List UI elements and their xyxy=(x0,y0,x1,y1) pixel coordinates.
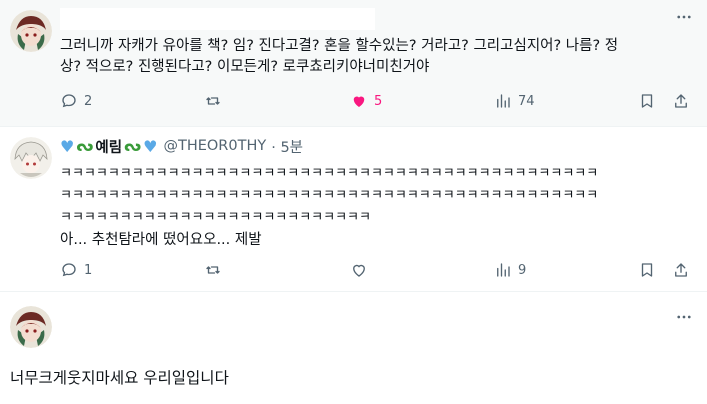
reply-button[interactable]: 2 xyxy=(60,89,92,113)
retweet-button[interactable] xyxy=(204,258,222,282)
bookmark-button[interactable] xyxy=(638,258,656,282)
like-button[interactable] xyxy=(350,258,368,282)
blue-heart-emoji: ♥ xyxy=(60,136,75,156)
views-count: 9 xyxy=(518,262,527,278)
bookmark-icon xyxy=(641,263,653,277)
tweet-highlighted[interactable]: 그러니까 자캐가 유아를 책? 임? 진다고결? 혼을 할수있는? 거라고? 그… xyxy=(0,0,707,127)
timestamp[interactable]: · 5분 xyxy=(271,136,303,157)
display-name[interactable]: 예림 xyxy=(95,136,122,157)
leaf-emoji: ᔓ xyxy=(76,137,94,155)
reply-button[interactable]: 1 xyxy=(60,258,92,282)
share-button[interactable] xyxy=(672,89,690,113)
like-button[interactable]: 5 xyxy=(350,89,382,113)
tweet-header: ♥ ᔓ 예림 ᔓ ♥ @THEOR0THY · 5분 xyxy=(60,135,303,157)
bookmark-icon xyxy=(641,94,653,108)
user-handle[interactable]: @THEOR0THY xyxy=(163,138,266,154)
reply-count: 1 xyxy=(84,262,93,278)
views-button[interactable]: 9 xyxy=(494,258,526,282)
action-bar: 2 5 74 xyxy=(60,89,692,113)
blue-heart-emoji: ♥ xyxy=(143,136,158,156)
tweet-text-line: ㅋㅋㅋㅋㅋㅋㅋㅋㅋㅋㅋㅋㅋㅋㅋㅋㅋㅋㅋㅋㅋㅋㅋㅋㅋㅋㅋㅋㅋㅋㅋㅋㅋㅋㅋㅋㅋㅋㅋㅋ… xyxy=(60,188,599,203)
share-button[interactable] xyxy=(672,258,690,282)
action-bar: 1 9 xyxy=(60,258,692,282)
reply-bubble-icon xyxy=(62,94,76,108)
heart-icon xyxy=(353,96,365,107)
tweet-text-line: ㅋㅋㅋㅋㅋㅋㅋㅋㅋㅋㅋㅋㅋㅋㅋㅋㅋㅋㅋㅋㅋㅋㅋㅋㅋㅋㅋㅋㅋㅋㅋㅋㅋㅋㅋㅋㅋㅋㅋㅋ… xyxy=(60,166,599,181)
heart-icon xyxy=(353,264,365,277)
redacted-header xyxy=(60,8,375,30)
retweet-icon xyxy=(206,266,220,274)
bookmark-button[interactable] xyxy=(638,89,656,113)
like-count: 5 xyxy=(374,93,383,109)
tweet[interactable]: ♥ ᔓ 예림 ᔓ ♥ @THEOR0THY · 5분 ㅋㅋㅋㅋㅋㅋㅋㅋㅋㅋㅋㅋㅋ… xyxy=(0,127,707,292)
tweet-focused[interactable]: 너무크게웃지마세요 우리일입니다 xyxy=(0,292,707,404)
retweet-button[interactable] xyxy=(204,89,222,113)
more-icon[interactable] xyxy=(675,8,693,30)
views-button[interactable]: 74 xyxy=(494,89,535,113)
tweet-text-line: 상? 적으로? 진행된다고? 이모든게? 로쿠쵸리키야너미친거야 xyxy=(60,59,430,75)
leaf-emoji: ᔓ xyxy=(124,137,142,155)
retweet-icon xyxy=(206,97,220,105)
avatar[interactable] xyxy=(10,306,52,348)
reply-bubble-icon xyxy=(62,263,76,277)
share-upload-icon xyxy=(675,263,687,277)
more-icon[interactable] xyxy=(675,308,693,330)
views-count: 74 xyxy=(518,93,535,109)
avatar[interactable] xyxy=(10,10,52,52)
tweet-text: 너무크게웃지마세요 우리일입니다 xyxy=(10,369,229,387)
tweet-text: 그러니까 자캐가 유아를 책? 임? 진다고결? 혼을 할수있는? 거라고? 그… xyxy=(60,36,700,78)
tweet-text-line: ㅋㅋㅋㅋㅋㅋㅋㅋㅋㅋㅋㅋㅋㅋㅋㅋㅋㅋㅋㅋㅋㅋㅋㅋㅋㅋ xyxy=(60,210,371,225)
share-upload-icon xyxy=(675,94,687,108)
views-bar-chart-icon xyxy=(497,94,510,108)
reply-count: 2 xyxy=(84,93,93,109)
views-bar-chart-icon xyxy=(497,263,510,277)
tweet-text: ㅋㅋㅋㅋㅋㅋㅋㅋㅋㅋㅋㅋㅋㅋㅋㅋㅋㅋㅋㅋㅋㅋㅋㅋㅋㅋㅋㅋㅋㅋㅋㅋㅋㅋㅋㅋㅋㅋㅋㅋ… xyxy=(60,163,700,251)
avatar[interactable] xyxy=(10,137,52,179)
tweet-text-line: 아... 추천탐라에 떴어요오... 제발 xyxy=(60,232,262,248)
tweet-text-line: 그러니까 자캐가 유아를 책? 임? 진다고결? 혼을 할수있는? 거라고? 그… xyxy=(60,38,619,54)
